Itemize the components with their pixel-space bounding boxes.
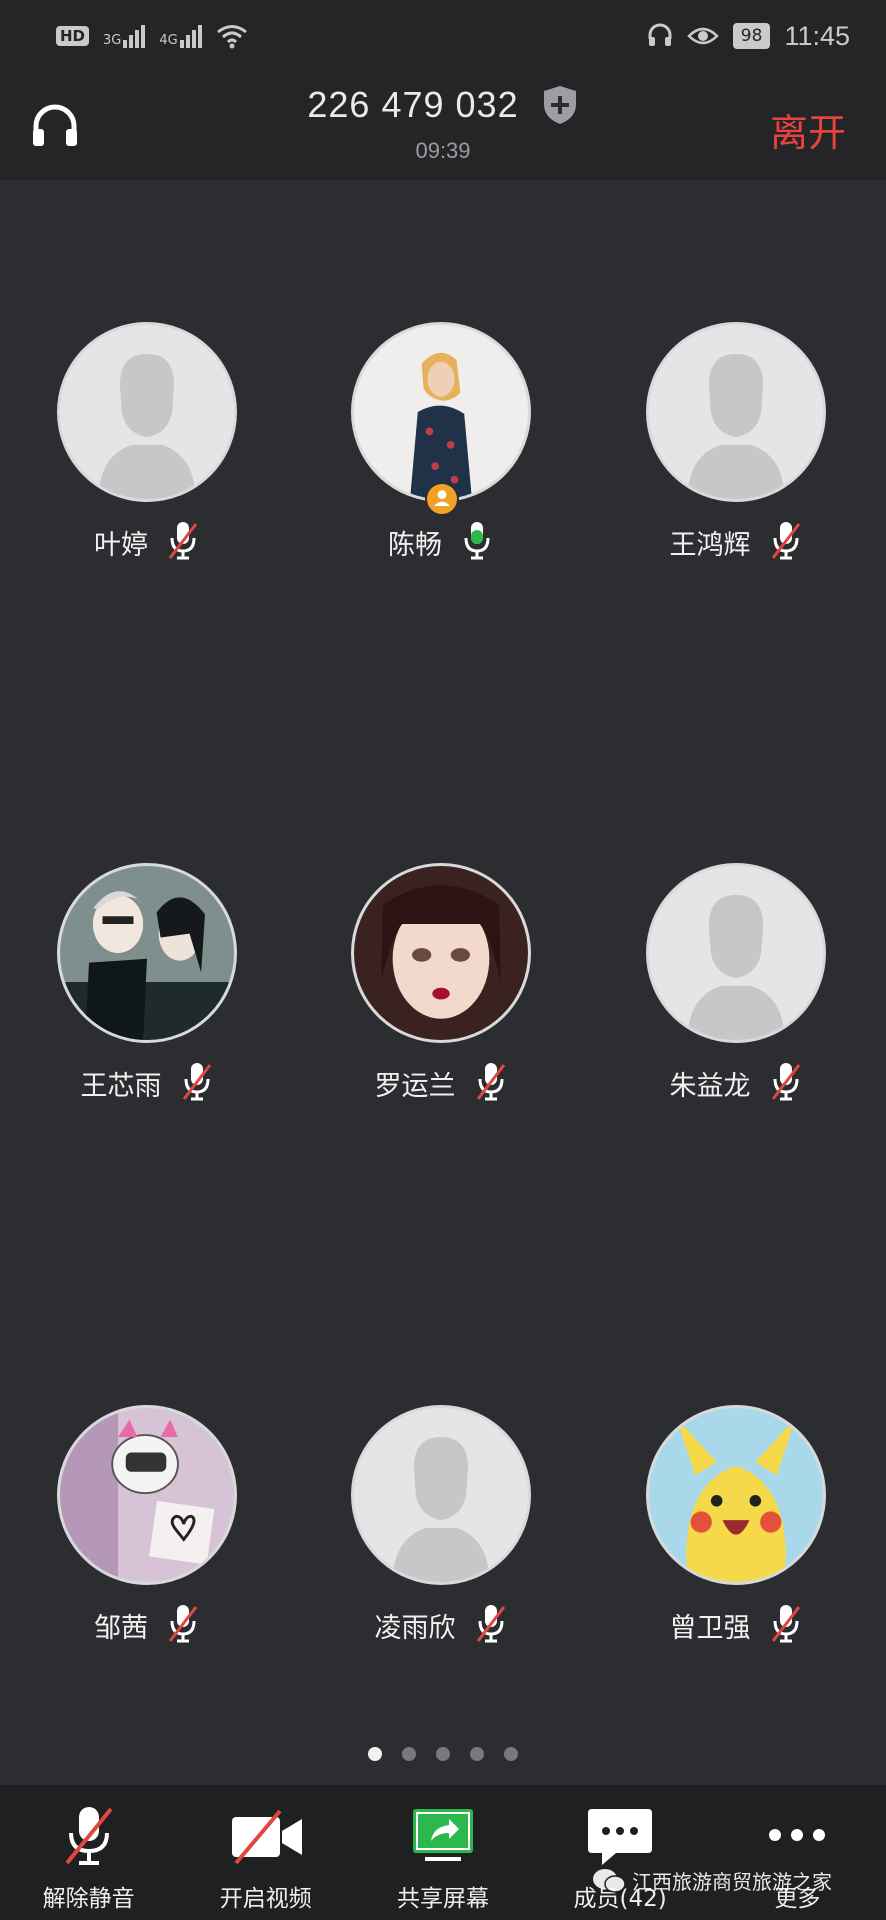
participant-name: 凌雨欣	[374, 1612, 456, 1644]
mic-muted-icon	[769, 1061, 803, 1105]
mic-muted-icon	[180, 1061, 214, 1105]
net2-label: 4G	[159, 33, 178, 48]
mic-muted-icon	[769, 520, 803, 564]
unmute-button[interactable]: 解除静音	[9, 1803, 169, 1913]
participant-tile[interactable]: 邹茜	[17, 1405, 277, 1665]
participant-name: 陈畅	[388, 529, 442, 561]
wifi-icon	[216, 25, 247, 49]
participant-name: 曾卫强	[669, 1612, 751, 1644]
participant-avatar	[57, 863, 237, 1043]
page-dot[interactable]	[504, 1747, 518, 1761]
participant-name-row: 叶婷	[17, 520, 277, 564]
mic-active-icon	[460, 520, 494, 564]
page-dot[interactable]	[436, 1747, 450, 1761]
participant-avatar	[646, 863, 826, 1043]
participant-tile[interactable]: 凌雨欣	[311, 1405, 571, 1665]
watermark-text: 江西旅游商贸旅游之家	[632, 1870, 832, 1894]
participant-avatar	[351, 1405, 531, 1585]
participant-name: 叶婷	[94, 529, 148, 561]
chat-bubble-icon	[588, 1809, 653, 1865]
video-off-icon	[231, 1809, 302, 1865]
participant-avatar	[57, 1405, 237, 1585]
headset-status-icon	[648, 23, 672, 46]
participant-name: 罗运兰	[374, 1070, 456, 1102]
more-button[interactable]: 更多	[717, 1803, 877, 1913]
unmute-label: 解除静音	[42, 1886, 135, 1912]
start-video-button[interactable]: 开启视频	[186, 1803, 346, 1913]
participant-name-row: 王芯雨	[17, 1061, 277, 1105]
meeting-id: 226 479 032	[307, 84, 519, 125]
bottom-toolbar: 解除静音 开启视频 共享屏幕 成员(42) 更多	[0, 1785, 886, 1920]
meeting-duration: 09:39	[415, 138, 471, 163]
watermark: 江西旅游商贸旅游之家	[592, 1866, 832, 1895]
participant-name-row: 朱益龙	[606, 1061, 866, 1105]
eye-icon	[687, 27, 719, 45]
more-dots-icon	[769, 1829, 826, 1841]
participant-name: 邹茜	[94, 1612, 148, 1644]
participant-name: 王芯雨	[80, 1070, 162, 1102]
participant-tile[interactable]: 罗运兰	[311, 863, 571, 1123]
meeting-id-row[interactable]: 226 479 032	[0, 84, 886, 126]
mic-muted-icon	[474, 1061, 508, 1105]
share-screen-label: 共享屏幕	[396, 1886, 489, 1912]
wechat-icon	[593, 1868, 626, 1893]
mic-muted-icon	[65, 1807, 113, 1865]
leave-button[interactable]: 离开	[770, 102, 846, 157]
hd-badge: HD	[56, 26, 90, 46]
page-indicator[interactable]	[0, 1747, 886, 1761]
signal-4g-icon: 4G	[159, 24, 202, 48]
participant-avatar	[57, 322, 237, 502]
members-button[interactable]: 成员(42)	[540, 1803, 700, 1913]
host-badge-icon	[425, 482, 459, 516]
participant-name-row: 罗运兰	[311, 1061, 571, 1105]
mic-muted-icon	[166, 520, 200, 564]
participant-name-row: 王鸿辉	[606, 520, 866, 564]
share-screen-icon	[412, 1809, 473, 1861]
participant-name: 朱益龙	[669, 1070, 751, 1102]
participant-tile[interactable]: 曾卫强	[606, 1405, 866, 1665]
participant-avatar	[351, 322, 531, 502]
participant-tile[interactable]: 王芯雨	[17, 863, 277, 1123]
clock: 11:45	[784, 20, 850, 51]
meeting-header: 226 479 032 09:39 离开	[0, 72, 886, 180]
status-right: 98 11:45	[647, 21, 850, 52]
status-left: HD 3G 4G	[56, 23, 248, 49]
mic-muted-icon	[166, 1603, 200, 1647]
battery-indicator: 98	[732, 23, 771, 49]
participant-tile[interactable]: 叶婷	[17, 322, 277, 582]
participant-name-row: 邹茜	[17, 1603, 277, 1647]
participant-tile[interactable]: 王鸿辉	[606, 322, 866, 582]
start-video-label: 开启视频	[219, 1886, 312, 1912]
net1-label: 3G	[103, 33, 122, 48]
participant-name-row: 陈畅	[311, 520, 571, 564]
participant-avatar	[646, 322, 826, 502]
participant-tile[interactable]: 朱益龙	[606, 863, 866, 1123]
page-dot[interactable]	[368, 1747, 382, 1761]
participant-name-row: 曾卫强	[606, 1603, 866, 1647]
participant-tile[interactable]: 陈畅	[311, 322, 571, 582]
mic-muted-icon	[769, 1603, 803, 1647]
security-shield-icon[interactable]	[541, 84, 579, 126]
share-screen-button[interactable]: 共享屏幕	[363, 1803, 523, 1913]
status-bar: HD 3G 4G 98 11:45	[0, 0, 886, 72]
participant-name: 王鸿辉	[669, 529, 751, 561]
mic-muted-icon	[474, 1603, 508, 1647]
participant-avatar	[351, 863, 531, 1043]
participant-avatar	[646, 1405, 826, 1585]
page-dot[interactable]	[470, 1747, 484, 1761]
signal-3g-icon: 3G	[103, 24, 146, 48]
participant-name-row: 凌雨欣	[311, 1603, 571, 1647]
page-dot[interactable]	[402, 1747, 416, 1761]
